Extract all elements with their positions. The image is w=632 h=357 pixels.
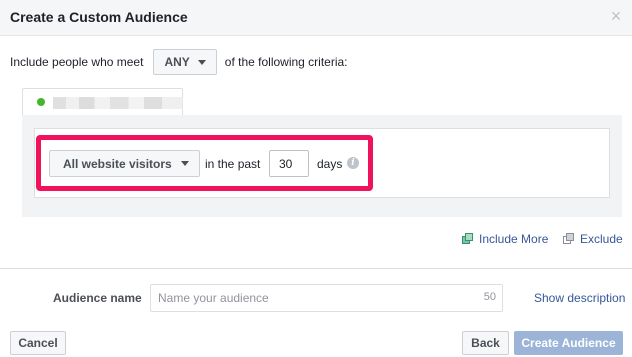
redacted-source-name — [53, 97, 183, 109]
in-the-past-label: in the past — [205, 157, 261, 171]
back-button[interactable]: Back — [462, 331, 509, 355]
criteria-prefix: Include people who meet — [10, 55, 144, 69]
cancel-button[interactable]: Cancel — [10, 331, 66, 355]
show-description-link[interactable]: Show description — [534, 291, 625, 305]
visitor-type-label: All website visitors — [63, 156, 172, 171]
dialog-title: Create a Custom Audience — [10, 9, 188, 25]
divider — [0, 268, 632, 269]
include-squares-icon — [462, 233, 474, 245]
character-limit: 50 — [483, 291, 496, 303]
exclude-squares-icon — [563, 233, 575, 245]
audience-name-input[interactable] — [150, 284, 503, 312]
highlighted-rule: All website visitors in the past days i — [36, 135, 373, 191]
close-icon[interactable]: × — [608, 7, 624, 25]
visitor-type-dropdown[interactable]: All website visitors — [49, 150, 200, 177]
days-label: days — [317, 157, 343, 171]
create-audience-button[interactable]: Create Audience — [514, 331, 623, 355]
dialog-header: Create a Custom Audience × — [0, 0, 632, 36]
match-dropdown[interactable]: ANY — [153, 49, 217, 75]
audience-name-label: Audience name — [53, 291, 142, 305]
include-more-label: Include More — [479, 232, 549, 246]
match-dropdown-label: ANY — [164, 55, 190, 69]
source-tab[interactable] — [22, 88, 183, 116]
exclude-label: Exclude — [580, 232, 623, 246]
days-input[interactable] — [269, 150, 309, 177]
exclude-link[interactable]: Exclude — [563, 232, 623, 246]
include-more-link[interactable]: Include More — [462, 232, 548, 246]
caret-down-icon — [197, 59, 206, 65]
criteria-row: Include people who meet ANY of the follo… — [10, 49, 348, 75]
info-icon[interactable]: i — [347, 157, 359, 169]
criteria-suffix: of the following criteria: — [224, 55, 348, 69]
caret-down-icon — [180, 161, 189, 166]
status-dot-icon — [37, 98, 45, 106]
